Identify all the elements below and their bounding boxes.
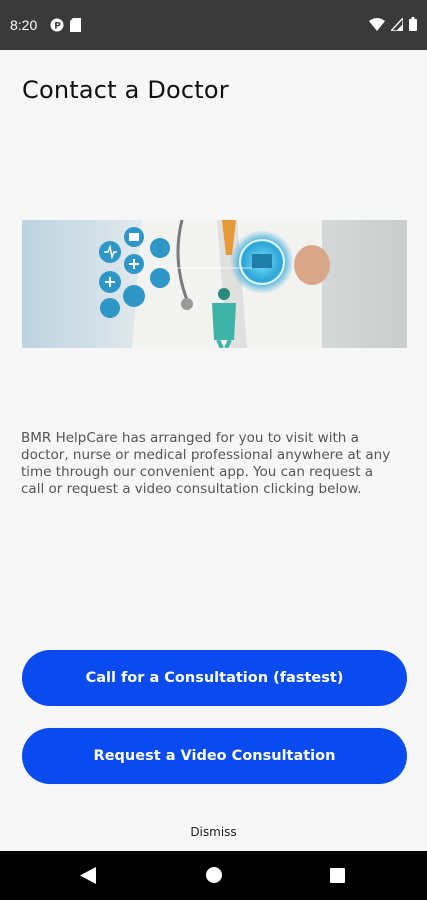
sim-card-icon xyxy=(70,18,81,32)
status-icons-right xyxy=(369,17,417,31)
data-saver-icon: P xyxy=(50,18,64,32)
nav-bar xyxy=(0,851,427,900)
page-title: Contact a Doctor xyxy=(22,76,229,104)
video-consultation-button[interactable]: Request a Video Consultation xyxy=(22,728,407,784)
svg-text:P: P xyxy=(54,22,61,32)
status-icons-left: P xyxy=(50,18,81,32)
call-consultation-button[interactable]: Call for a Consultation (fastest) xyxy=(22,650,407,706)
status-time: 8:20 xyxy=(10,17,38,33)
status-bar: 8:20 P xyxy=(0,0,427,50)
back-icon[interactable] xyxy=(80,867,96,884)
cell-signal-icon xyxy=(391,17,403,31)
hero-image xyxy=(22,220,407,348)
battery-icon xyxy=(409,17,417,31)
description-text: BMR HelpCare has arranged for you to vis… xyxy=(21,430,391,497)
home-icon[interactable] xyxy=(206,867,222,883)
wifi-icon xyxy=(369,17,385,31)
dismiss-link[interactable]: Dismiss xyxy=(0,825,427,839)
doctor-illustration xyxy=(22,220,407,348)
recents-icon[interactable] xyxy=(330,868,345,883)
